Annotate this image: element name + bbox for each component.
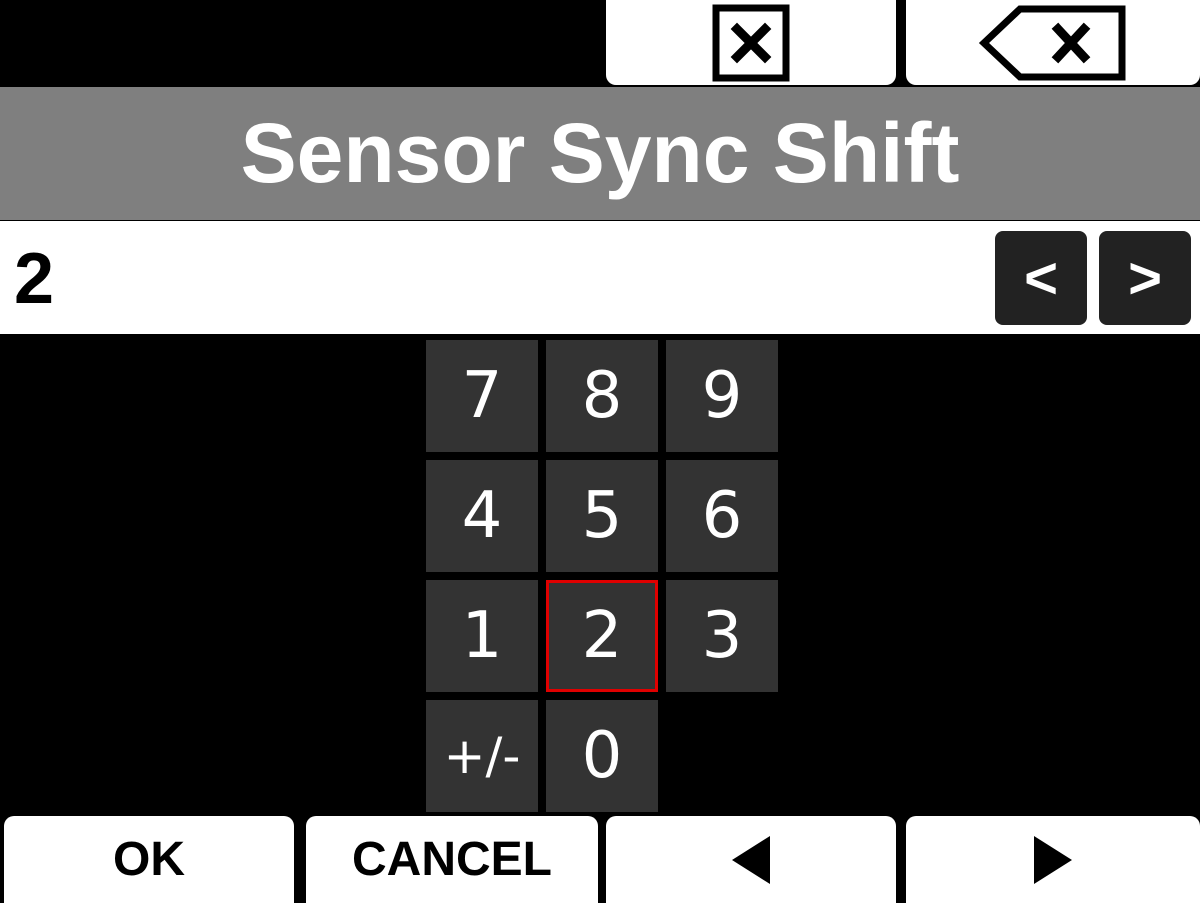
cancel-button[interactable]: CANCEL xyxy=(306,816,598,903)
backspace-button[interactable] xyxy=(906,0,1200,85)
key-plus-minus[interactable]: +/- xyxy=(426,700,538,812)
key-9[interactable]: 9 xyxy=(666,340,778,452)
key-2[interactable]: 2 xyxy=(546,580,658,692)
value-field[interactable]: 2 < > xyxy=(0,221,1200,334)
key-4[interactable]: 4 xyxy=(426,460,538,572)
value-display: 2 xyxy=(14,239,55,319)
cursor-right-button[interactable]: > xyxy=(1099,231,1191,325)
backspace-icon xyxy=(978,5,1126,80)
page-title: Sensor Sync Shift xyxy=(0,87,1200,220)
triangle-right-icon xyxy=(1034,835,1072,884)
key-3[interactable]: 3 xyxy=(666,580,778,692)
key-8[interactable]: 8 xyxy=(546,340,658,452)
clear-box-icon xyxy=(712,4,790,81)
next-button[interactable] xyxy=(906,816,1200,903)
cursor-left-button[interactable]: < xyxy=(995,231,1087,325)
key-6[interactable]: 6 xyxy=(666,460,778,572)
key-5[interactable]: 5 xyxy=(546,460,658,572)
ok-button[interactable]: OK xyxy=(4,816,294,903)
key-7[interactable]: 7 xyxy=(426,340,538,452)
key-1[interactable]: 1 xyxy=(426,580,538,692)
previous-button[interactable] xyxy=(606,816,896,903)
clear-button[interactable] xyxy=(606,0,896,85)
key-0[interactable]: 0 xyxy=(546,700,658,812)
triangle-left-icon xyxy=(732,835,770,884)
